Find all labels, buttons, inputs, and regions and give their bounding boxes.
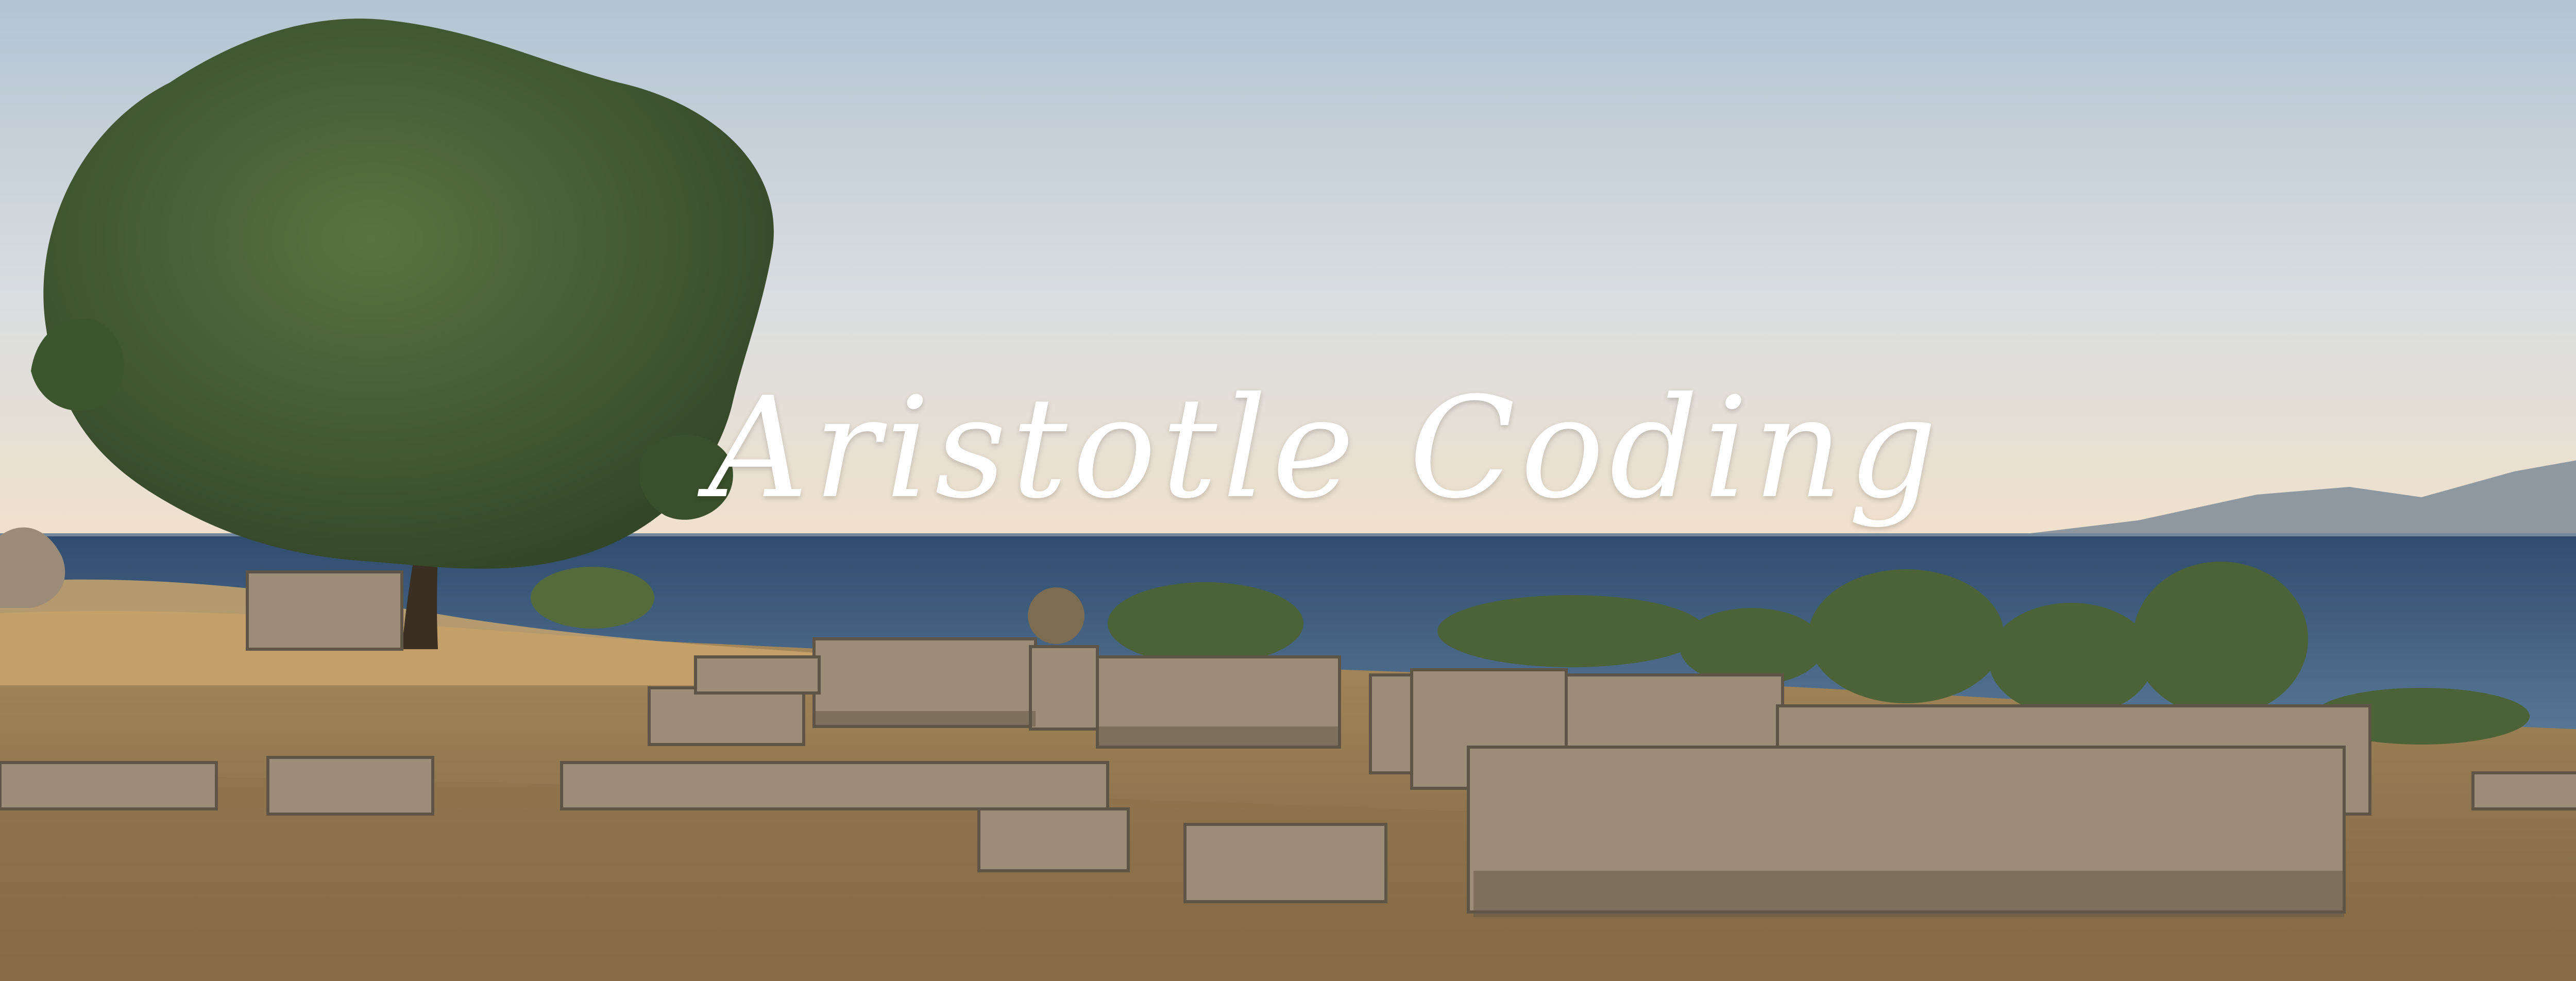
banner: Aristotle Coding [0, 0, 2576, 981]
landscape-photo [0, 0, 2576, 981]
